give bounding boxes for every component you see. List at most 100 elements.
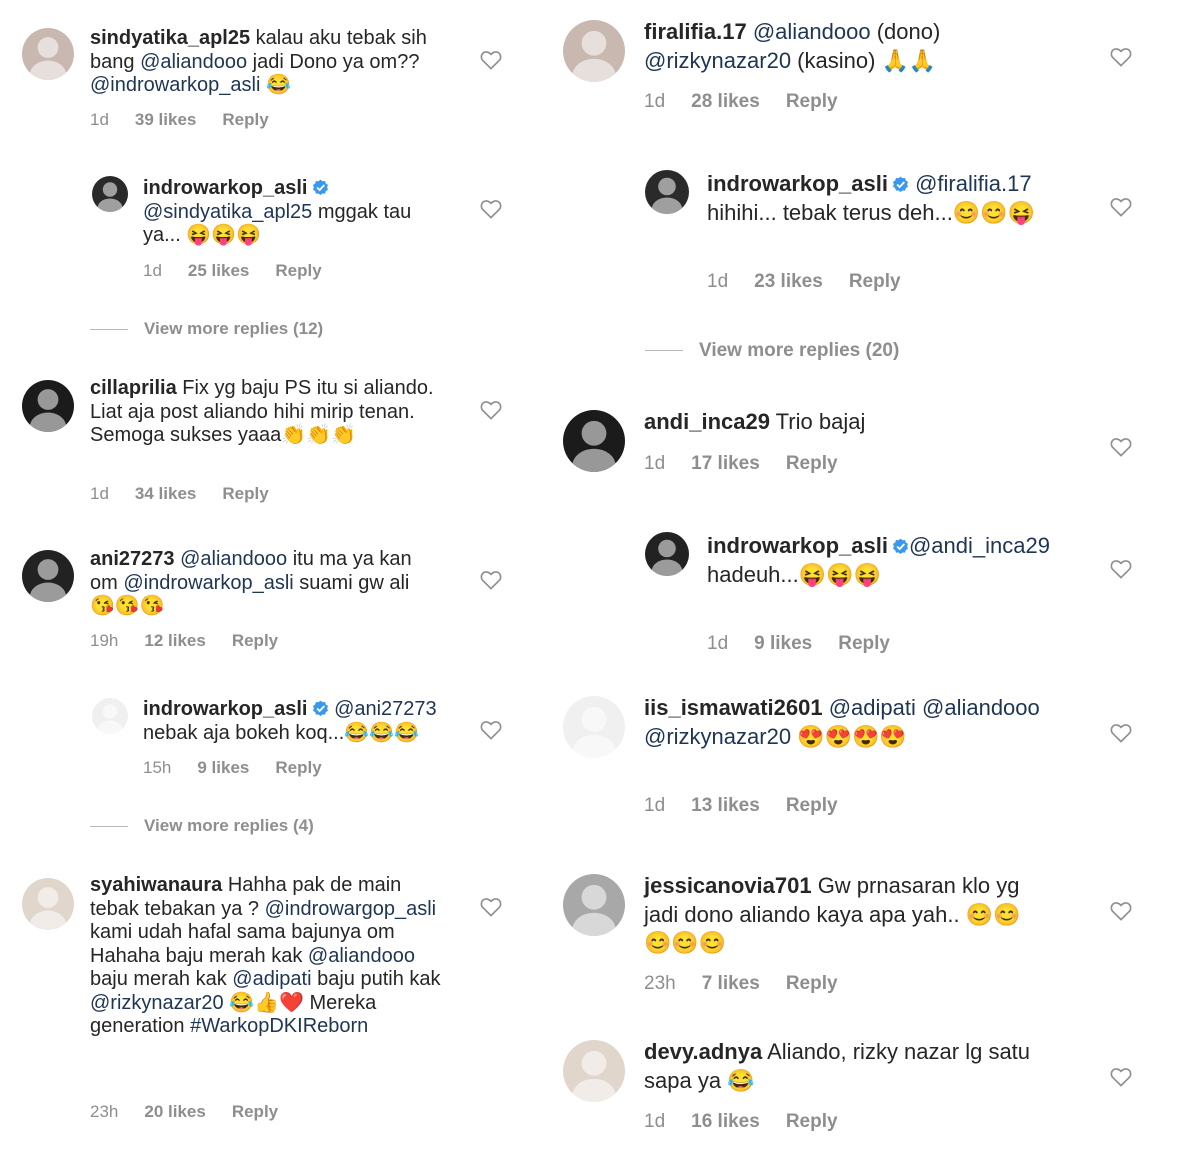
mention-link[interactable]: @firalifia.17 [915,171,1032,196]
timestamp: 1d [644,795,666,816]
reply-button[interactable]: Reply [275,261,321,280]
reply-button[interactable]: Reply [838,633,890,654]
heart-like-icon[interactable] [1110,437,1132,457]
likes-count[interactable]: 12 likes [144,631,205,650]
heart-like-icon[interactable] [1110,559,1132,579]
username-link[interactable]: ani27273 [90,548,175,570]
username-link[interactable]: cillaprilia [90,377,177,399]
heart-like-icon[interactable] [1110,47,1132,67]
mention-link[interactable]: #WarkopDKIReborn [190,1015,368,1037]
heart-like-icon[interactable] [1110,1067,1132,1087]
heart-like-icon[interactable] [1110,901,1132,921]
username-link[interactable]: indrowarkop_asli [143,177,308,199]
heart-like-icon[interactable] [480,897,502,917]
view-more-label: View more replies (4) [144,816,314,835]
heart-like-icon[interactable] [1110,197,1132,217]
reply-button[interactable]: Reply [786,453,838,474]
heart-like-icon[interactable] [480,400,502,420]
avatar[interactable] [22,28,74,80]
likes-count[interactable]: 9 likes [197,758,249,777]
avatar[interactable] [22,550,74,602]
heart-like-icon[interactable] [480,570,502,590]
comment-text: jessicanovia701 Gw prnasaran klo yg jadi… [644,872,1044,958]
avatar[interactable] [645,532,689,576]
avatar[interactable] [22,380,74,432]
likes-count[interactable]: 28 likes [691,91,760,112]
avatar[interactable] [92,698,128,734]
mention-link[interactable]: @andi_inca29 [909,533,1050,558]
mention-link[interactable]: @adipati [232,968,311,990]
username-link[interactable]: iis_ismawati2601 [644,695,823,720]
username-link[interactable]: jessicanovia701 [644,873,812,898]
comment-meta: 1d 25 likes Reply [143,261,348,281]
mention-link[interactable]: @aliandooo [922,695,1040,720]
comment-text: indrowarkop_asli @firalifia.17 hihihi...… [707,170,1052,227]
view-more-replies-button[interactable]: View more replies (4) [90,816,314,836]
reply-button[interactable]: Reply [222,110,268,129]
comment-text: firalifia.17 @aliandooo (dono) @rizkynaz… [644,18,989,75]
mention-link[interactable]: @aliandooo [180,548,287,570]
avatar[interactable] [645,170,689,214]
likes-count[interactable]: 39 likes [135,110,196,129]
reply-button[interactable]: Reply [786,795,838,816]
mention-link[interactable]: @aliandooo [140,51,247,73]
comment-meta: 1d 17 likes Reply [644,453,864,475]
mention-link[interactable]: @aliandooo [753,19,871,44]
view-more-replies-button[interactable]: View more replies (20) [645,340,899,362]
comment-meta: 1d 16 likes Reply [644,1111,864,1133]
reply-button[interactable]: Reply [275,758,321,777]
mention-link[interactable]: @aliandooo [308,945,415,967]
username-link[interactable]: indrowarkop_asli [143,698,308,720]
mention-link[interactable]: @indrowarkop_asli [123,572,293,594]
avatar[interactable] [22,878,74,930]
username-link[interactable]: firalifia.17 [644,19,747,44]
reply-button[interactable]: Reply [786,91,838,112]
likes-count[interactable]: 34 likes [135,484,196,503]
comment-meta: 19h 12 likes Reply [90,631,304,651]
avatar[interactable] [563,410,625,472]
reply-button[interactable]: Reply [849,271,901,292]
likes-count[interactable]: 13 likes [691,795,760,816]
mention-link[interactable]: @rizkynazar20 [644,48,791,73]
avatar[interactable] [92,176,128,212]
view-more-replies-button[interactable]: View more replies (12) [90,319,323,339]
reply-button[interactable]: Reply [222,484,268,503]
verified-badge-icon [892,538,908,554]
username-link[interactable]: indrowarkop_asli [707,533,888,558]
heart-like-icon[interactable] [1110,723,1132,743]
timestamp: 1d [707,271,729,292]
likes-count[interactable]: 23 likes [754,271,823,292]
avatar[interactable] [563,20,625,82]
username-link[interactable]: syahiwanaura [90,874,222,896]
likes-count[interactable]: 17 likes [691,453,760,474]
mention-link[interactable]: @sindyatika_apl25 [143,201,312,223]
heart-like-icon[interactable] [480,50,502,70]
heart-like-icon[interactable] [480,199,502,219]
likes-count[interactable]: 20 likes [144,1102,205,1121]
username-link[interactable]: andi_inca29 [644,409,770,434]
avatar[interactable] [563,696,625,758]
likes-count[interactable]: 16 likes [691,1111,760,1132]
reply-button[interactable]: Reply [786,973,838,994]
avatar[interactable] [563,874,625,936]
mention-link[interactable]: @indrowarkop_asli [90,74,260,96]
username-link[interactable]: sindyatika_apl25 [90,27,250,49]
heart-like-icon[interactable] [480,720,502,740]
mention-link[interactable]: @ani27273 [334,698,437,720]
username-link[interactable]: devy.adnya [644,1039,762,1064]
reply-button[interactable]: Reply [232,1102,278,1121]
avatar[interactable] [563,1040,625,1102]
mention-link[interactable]: @adipati [829,695,916,720]
comment-body: hihihi... tebak terus deh...😊😊😝 [707,199,1035,225]
likes-count[interactable]: 25 likes [188,261,249,280]
reply-button[interactable]: Reply [232,631,278,650]
mention-link[interactable]: @rizkynazar20 [644,724,791,749]
likes-count[interactable]: 7 likes [702,973,760,994]
mention-link[interactable]: @rizkynazar20 [90,992,224,1014]
timestamp: 1d [644,1111,666,1132]
comment-text: indrowarkop_asli @andi_inca29 hadeuh...😝😝… [707,532,1052,589]
reply-button[interactable]: Reply [786,1111,838,1132]
mention-link[interactable]: @indrowargop_asli [265,898,437,920]
username-link[interactable]: indrowarkop_asli [707,171,888,196]
likes-count[interactable]: 9 likes [754,633,812,654]
